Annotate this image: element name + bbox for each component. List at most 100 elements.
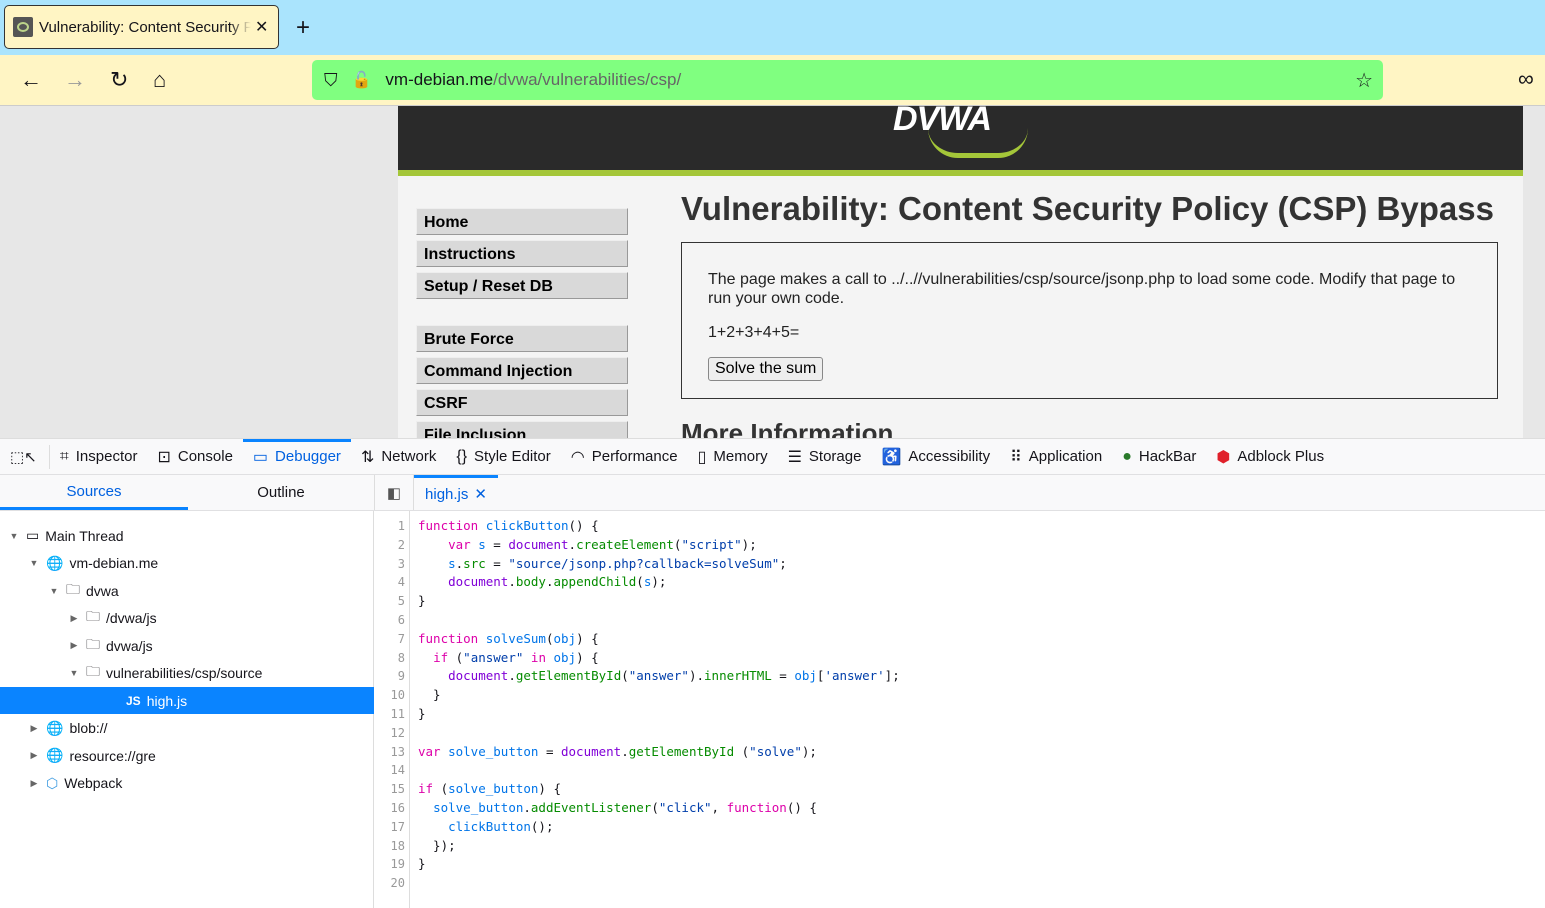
code-token: } <box>418 705 426 721</box>
line-number[interactable]: 13 <box>376 743 405 762</box>
line-number[interactable]: 14 <box>376 761 405 780</box>
line-number[interactable]: 17 <box>376 818 405 837</box>
code-line: document.body.appendChild(s); <box>418 573 1538 592</box>
pane-tab-outline[interactable]: Outline <box>188 475 374 510</box>
code-token: } <box>418 856 426 872</box>
tree-item[interactable]: ▶ 🗀 /dvwa/js <box>0 605 374 632</box>
menu-command-injection[interactable]: Command Injection <box>416 357 628 384</box>
tab-inspector[interactable]: ⌗ Inspector <box>50 439 148 475</box>
line-number[interactable]: 5 <box>376 592 405 611</box>
code-token: obj <box>553 630 577 646</box>
tab-performance[interactable]: ◠ Performance <box>561 439 688 475</box>
bookmark-star-icon[interactable]: ☆ <box>1355 68 1373 93</box>
code-editor[interactable]: function clickButton() { var s = documen… <box>418 511 1538 893</box>
code-token: }); <box>418 837 456 853</box>
editor-tab-high-js[interactable]: high.js ✕ <box>414 475 498 510</box>
code-token: function <box>418 630 486 646</box>
line-number[interactable]: 16 <box>376 799 405 818</box>
gauge-icon: ◠ <box>570 448 585 466</box>
tree-item[interactable]: ▼ 🗀 vulnerabilities/csp/source <box>0 660 374 687</box>
menu-instructions[interactable]: Instructions <box>416 240 628 267</box>
line-number[interactable]: 3 <box>376 555 405 574</box>
tab-accessibility[interactable]: ♿ Accessibility <box>871 439 1000 475</box>
folder-icon: 🗀 <box>86 663 100 679</box>
tree-item-label: high.js <box>146 692 188 709</box>
toggle-sidebar-icon[interactable]: ◧ <box>374 475 414 510</box>
tab-application[interactable]: ⠿ Application <box>1000 439 1112 475</box>
tab-adblock-plus[interactable]: ⬢ Adblock Plus <box>1206 439 1334 475</box>
pane-tab-sources[interactable]: Sources <box>0 475 188 510</box>
collapse-arrow-icon[interactable]: ▼ <box>28 558 40 568</box>
collapse-arrow-icon[interactable]: ▼ <box>48 586 60 596</box>
line-number[interactable]: 20 <box>376 874 405 893</box>
network-icon: ⇅ <box>360 448 375 466</box>
line-number[interactable]: 10 <box>376 686 405 705</box>
code-line: var s = document.createElement("script")… <box>418 536 1538 555</box>
reload-icon[interactable]: ↻ <box>110 67 128 93</box>
tab-debugger[interactable]: ▭ Debugger <box>242 438 351 475</box>
menu-brute-force[interactable]: Brute Force <box>416 325 628 352</box>
line-number[interactable]: 18 <box>376 837 405 856</box>
tree-item[interactable]: ▶ 🌐 resource://gre <box>0 742 374 769</box>
code-line: function solveSum(obj) { <box>418 630 1538 649</box>
close-file-icon[interactable]: ✕ <box>474 485 487 503</box>
forward-icon[interactable]: → <box>64 67 86 93</box>
line-number[interactable]: 4 <box>376 573 405 592</box>
menu-csrf[interactable]: CSRF <box>416 389 628 416</box>
home-icon[interactable]: ⌂ <box>153 67 166 93</box>
menu-setup[interactable]: Setup / Reset DB <box>416 272 628 299</box>
expand-arrow-icon[interactable]: ▶ <box>28 750 40 761</box>
collapse-arrow-icon[interactable]: ▼ <box>68 668 80 678</box>
back-icon[interactable]: ← <box>20 67 42 93</box>
line-number[interactable]: 2 <box>376 536 405 555</box>
code-token: = <box>538 743 561 759</box>
tree-item[interactable]: ▼ 🌐 vm-debian.me <box>0 550 374 577</box>
menu-file-inclusion[interactable]: File Inclusion <box>416 421 628 438</box>
page-title: Vulnerability: Content Security Policy (… <box>681 190 1494 227</box>
tab-network[interactable]: ⇅ Network <box>351 439 446 475</box>
expand-arrow-icon[interactable]: ▶ <box>28 778 40 789</box>
tree-item[interactable]: ▶ 🗀 dvwa/js <box>0 632 374 659</box>
line-number[interactable]: 6 <box>376 611 405 630</box>
tree-item[interactable]: ▼ 🗀 dvwa <box>0 577 374 604</box>
expand-arrow-icon[interactable]: ▶ <box>68 640 80 651</box>
url-bar[interactable]: ⛉ 🔓 vm-debian.me/dvwa/vulnerabilities/cs… <box>312 60 1383 100</box>
insecure-lock-icon[interactable]: 🔓 <box>352 70 372 90</box>
collapse-arrow-icon[interactable]: ▼ <box>8 531 20 541</box>
tree-item-label: Webpack <box>64 775 123 791</box>
expand-arrow-icon[interactable]: ▶ <box>68 613 80 624</box>
code-token: = <box>485 555 509 571</box>
dvwa-header: DVWA <box>398 106 1523 170</box>
tab-memory[interactable]: ▯ Memory <box>688 439 778 475</box>
tree-item-label: vm-debian.me <box>69 555 159 571</box>
expand-arrow-icon[interactable]: ▶ <box>28 723 40 734</box>
tree-item[interactable]: ▶ 🌐 blob:// <box>0 715 374 742</box>
code-line: } <box>418 855 1538 874</box>
debugger-subbar: Sources Outline ◧ high.js ✕ <box>0 475 1545 511</box>
shield-icon[interactable]: ⛉ <box>324 70 338 91</box>
line-number[interactable]: 11 <box>376 705 405 724</box>
line-number[interactable]: 15 <box>376 780 405 799</box>
menu-home[interactable]: Home <box>416 208 628 235</box>
line-number[interactable]: 12 <box>376 724 405 743</box>
tab-console[interactable]: ⊡ Console <box>147 439 242 475</box>
element-picker-icon[interactable]: ⬚↖ <box>0 444 50 469</box>
tab-style-editor[interactable]: {} Style Editor <box>446 439 560 475</box>
browser-tab[interactable]: Vulnerability: Content Security Policy (… <box>4 5 279 49</box>
line-number[interactable]: 19 <box>376 855 405 874</box>
tree-item[interactable]: JS high.js <box>0 687 374 714</box>
line-number[interactable]: 9 <box>376 667 405 686</box>
solve-button[interactable]: Solve the sum <box>708 357 824 381</box>
tree-item[interactable]: ▼ ▭ Main Thread <box>0 522 374 549</box>
new-tab-button[interactable]: + <box>296 14 310 42</box>
tab-hackbar[interactable]: ● HackBar <box>1112 439 1206 475</box>
close-tab-icon[interactable]: ✕ <box>255 17 268 37</box>
tab-storage[interactable]: ☰ Storage <box>778 439 872 475</box>
line-number[interactable]: 8 <box>376 649 405 668</box>
line-number[interactable]: 7 <box>376 630 405 649</box>
tree-item[interactable]: ▶ ⬡ Webpack <box>0 770 374 797</box>
line-number[interactable]: 1 <box>376 517 405 536</box>
